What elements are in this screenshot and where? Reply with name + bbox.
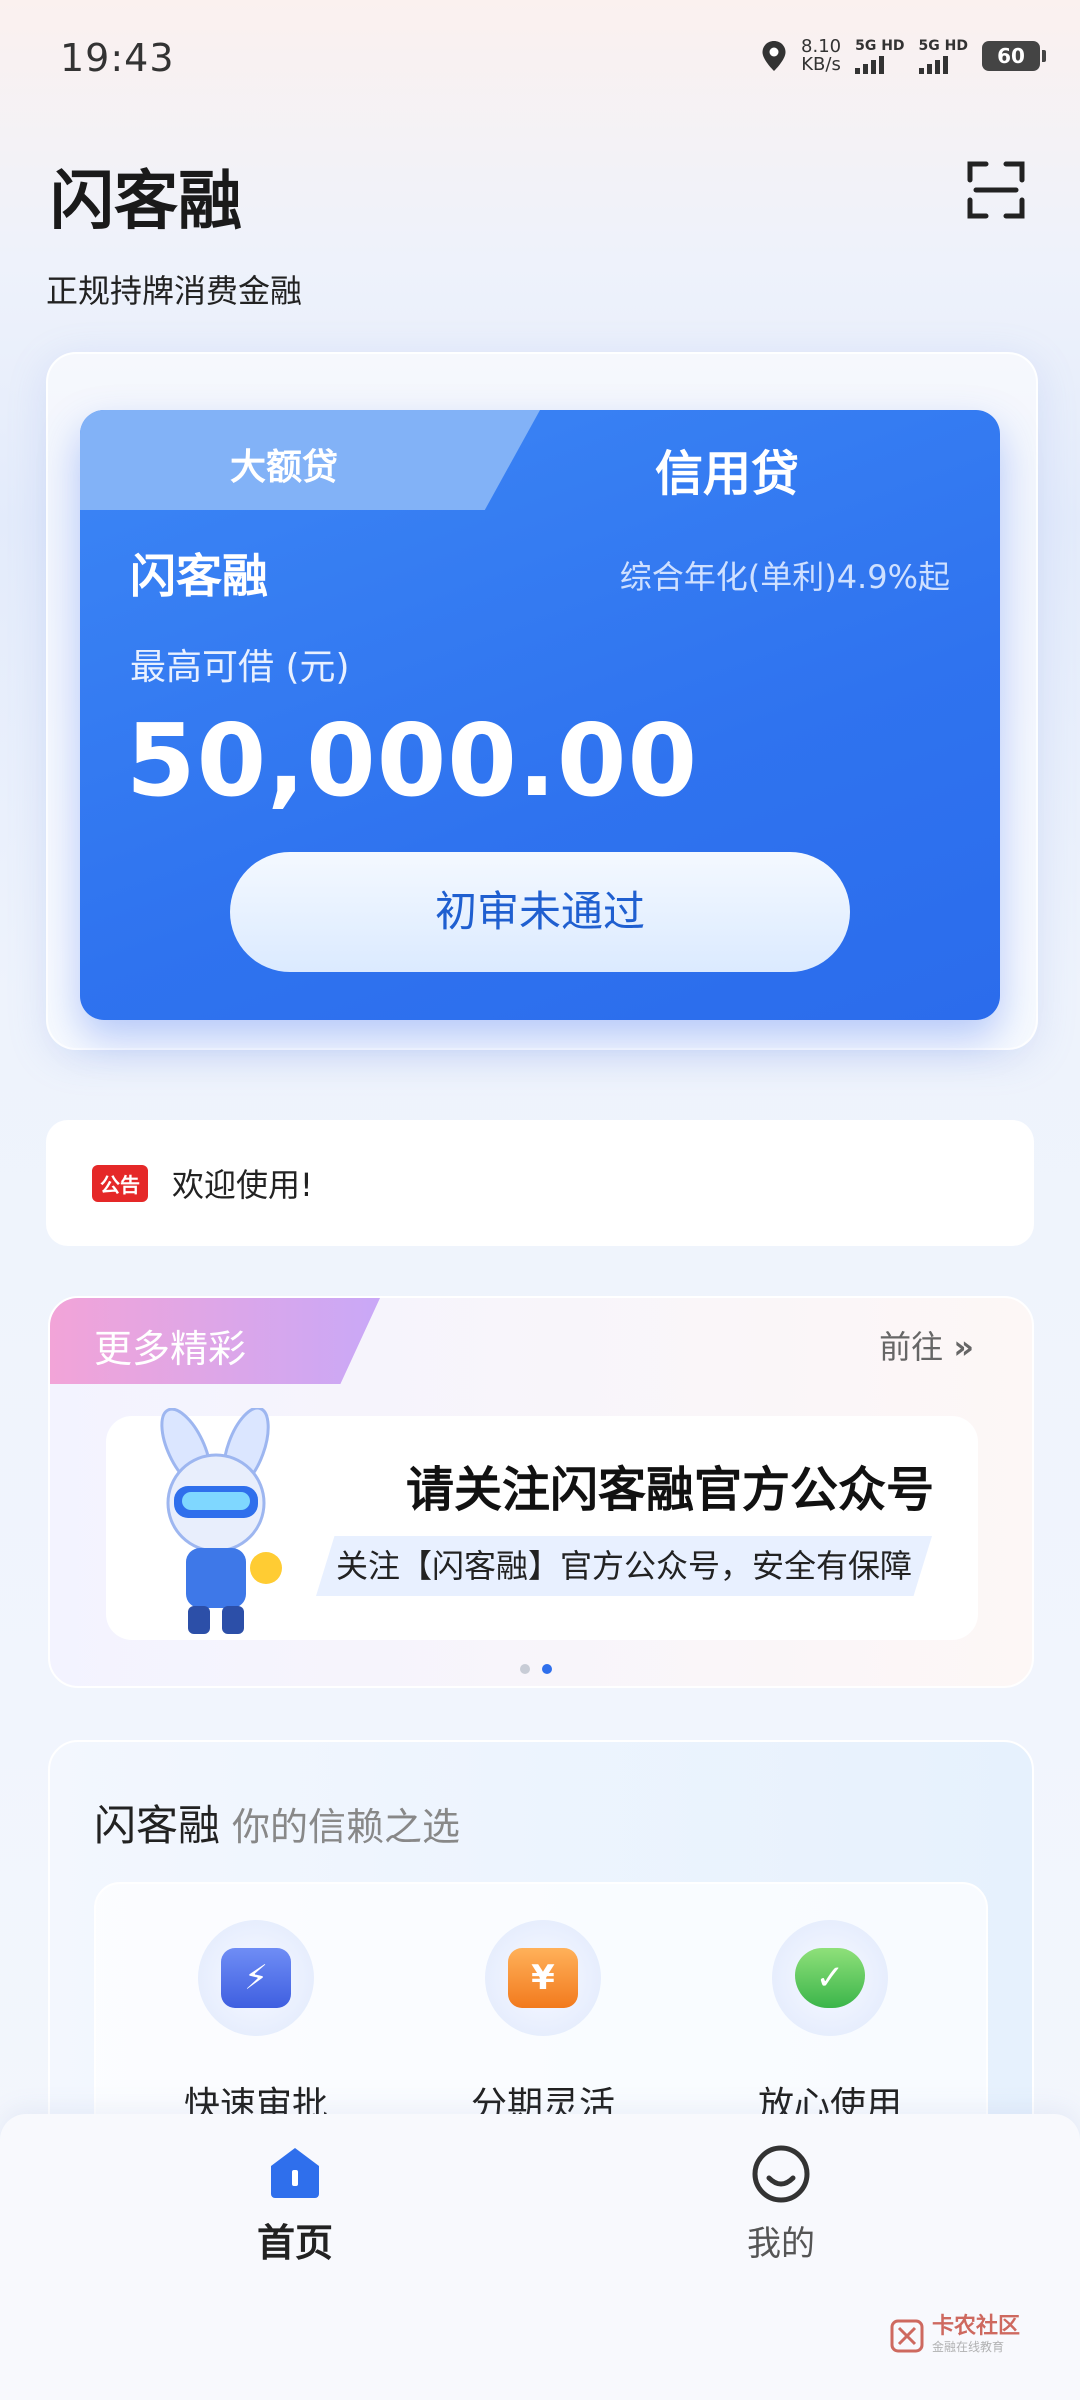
features-title: 闪客融: [94, 1801, 221, 1850]
sim2-label: 5G HD: [918, 37, 968, 54]
review-status-button[interactable]: 初审未通过: [230, 852, 850, 972]
annual-rate: 综合年化(单利)4.9%起: [619, 558, 950, 596]
carousel-dot-active: [542, 1664, 552, 1674]
signal-bars-icon: [855, 55, 885, 74]
network-speed: 8.10 KB/s: [801, 38, 841, 74]
feature-fast-approval: ⚡ 快速审批: [156, 1920, 356, 2128]
battery-icon: 60: [982, 41, 1046, 71]
more-tab: 更多精彩: [50, 1298, 380, 1384]
double-chevron-right-icon: »: [953, 1328, 974, 1366]
watermark: 卡农社区 金融在线教育: [890, 2316, 1020, 2355]
profile-smile-icon: [752, 2145, 810, 2203]
max-amount: 50,000.00: [126, 702, 699, 819]
watermark-logo-icon: [890, 2319, 924, 2352]
watermark-text: 卡农社区: [931, 2314, 1020, 2339]
sim1-label: 5G HD: [855, 37, 905, 54]
features-header: 闪客融 你的信赖之选: [94, 1792, 460, 1853]
notice-text: 欢迎使用!: [172, 1166, 313, 1204]
lightning-icon: ⚡: [221, 1948, 291, 2008]
check-shield-icon: ✓: [795, 1948, 865, 2008]
nav-home[interactable]: 首页: [220, 2144, 370, 2267]
app-name: 闪客融: [50, 165, 242, 239]
tab-credit-loan[interactable]: 信用贷: [655, 434, 799, 504]
tab-large-loan-label: 大额贷: [230, 447, 339, 488]
nav-mine[interactable]: 我的: [706, 2144, 856, 2265]
carousel-indicator: [520, 1664, 552, 1674]
follow-banner[interactable]: 请关注闪客融官方公众号 关注【闪客融】官方公众号，安全有保障: [106, 1408, 978, 1640]
features-tagline: 你的信赖之选: [232, 1805, 461, 1849]
loan-card: 大额贷 信用贷 闪客融 综合年化(单利)4.9%起 最高可借 (元) 50,00…: [80, 410, 1000, 1020]
bottom-nav: 首页 我的: [0, 2114, 1080, 2400]
max-borrow-label: 最高可借 (元): [130, 647, 350, 688]
rabbit-mascot-icon: [160, 1408, 282, 1634]
notice-bar[interactable]: 公告 欢迎使用!: [46, 1120, 1034, 1246]
notice-badge: 公告: [92, 1164, 148, 1202]
home-icon: [271, 2148, 319, 2198]
status-icons: 8.10 KB/s 5G HD 5G HD 60: [761, 37, 1046, 74]
speed-unit: KB/s: [801, 54, 841, 75]
status-time: 19:43: [60, 36, 175, 80]
feature-flexible-installment: ¥ 分期灵活: [443, 1920, 643, 2128]
more-section: 更多精彩 前往 » 请关注闪客融官方公众号 关注【闪客融】官方公众号，安全有保障: [48, 1296, 1034, 1688]
signal-bars-icon: [918, 55, 948, 74]
location-icon: [762, 41, 786, 71]
carousel-dot: [520, 1664, 530, 1674]
more-link-label: 前往: [879, 1328, 944, 1366]
tab-large-loan[interactable]: 大额贷: [80, 410, 540, 510]
more-link[interactable]: 前往 »: [879, 1322, 974, 1368]
scan-icon[interactable]: [966, 160, 1026, 220]
features-section: 闪客融 你的信赖之选 ⚡ 快速审批 ¥ 分期灵活 ✓ 放心使用: [48, 1740, 1034, 2182]
watermark-sub: 金融在线教育: [931, 2340, 1004, 2354]
more-title: 更多精彩: [94, 1327, 247, 1371]
sim2-signal: 5G HD: [918, 37, 968, 74]
banner-subtitle: 关注【闪客融】官方公众号，安全有保障: [316, 1536, 933, 1596]
sim1-signal: 5G HD: [855, 37, 905, 74]
feature-safe-use: ✓ 放心使用: [730, 1920, 930, 2128]
yuan-icon: ¥: [508, 1948, 578, 2008]
app-subtitle: 正规持牌消费金融: [46, 272, 303, 310]
product-name: 闪客融: [130, 549, 268, 603]
app-logo: 闪客融: [44, 150, 242, 242]
banner-title: 请关注闪客融官方公众号: [406, 1450, 935, 1520]
nav-mine-label: 我的: [747, 2224, 815, 2264]
nav-home-label: 首页: [256, 2221, 333, 2265]
